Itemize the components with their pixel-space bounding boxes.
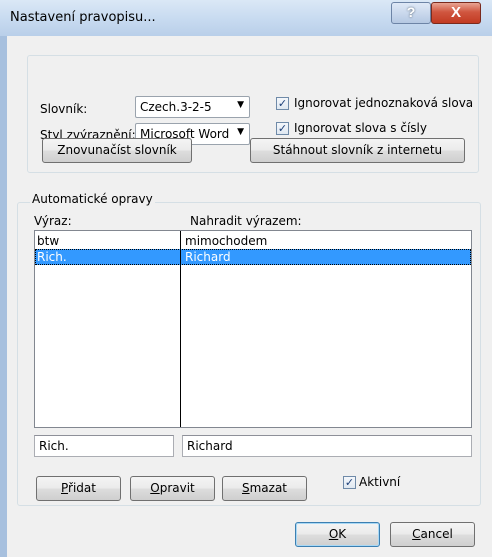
column-divider: [180, 231, 181, 427]
table-row[interactable]: btw mimochodem: [35, 233, 471, 249]
reload-dictionary-button[interactable]: Znovunačíst slovník: [42, 138, 192, 163]
dictionary-value: Czech.3-2-5: [140, 100, 212, 114]
cancel-button-accelerator: C: [412, 527, 421, 541]
column-header-expression: Výraz:: [34, 214, 72, 228]
delete-button[interactable]: Smazat: [222, 476, 307, 501]
expression-input-value: Rich.: [39, 439, 69, 453]
add-button[interactable]: Přidat: [36, 476, 121, 501]
expression-input[interactable]: Rich.: [34, 435, 174, 457]
cancel-button[interactable]: Cancel: [390, 522, 475, 547]
add-button-label: řidat: [68, 481, 96, 495]
replacement-cell: Richard: [185, 250, 231, 264]
edit-button-accelerator: O: [150, 481, 160, 495]
ignore-single-letter-checkbox[interactable]: ✓: [276, 97, 289, 110]
window-frame-left: [0, 36, 7, 557]
autocorrect-list[interactable]: btw mimochodem Rich. Richard: [34, 230, 472, 428]
expression-cell: btw: [37, 234, 60, 248]
ok-button-accelerator: O: [328, 527, 339, 541]
cancel-button-label: ancel: [420, 527, 453, 541]
ignore-numbers-label: Ignorovat slova s čísly: [294, 121, 427, 135]
edit-button[interactable]: Opravit: [130, 476, 215, 501]
delete-button-label: mazat: [249, 481, 288, 495]
title-bar: Nastavení pravopisu... ? X: [0, 0, 492, 37]
table-row[interactable]: Rich. Richard: [35, 249, 471, 265]
replacement-input-value: Richard: [187, 439, 233, 453]
replacement-input[interactable]: Richard: [182, 435, 472, 457]
help-button[interactable]: ?: [391, 2, 431, 24]
delete-button-accelerator: S: [241, 481, 250, 495]
window-title: Nastavení pravopisu...: [10, 10, 156, 25]
active-label: Aktivní: [359, 475, 401, 489]
ignore-single-letter-label: Ignorovat jednoznaková slova: [294, 96, 474, 110]
ok-button-label: K: [338, 527, 347, 541]
dictionary-select[interactable]: Czech.3-2-5 ▼: [135, 96, 250, 118]
autocorrect-group-label: Automatické opravy: [30, 192, 155, 206]
close-button[interactable]: X: [431, 2, 481, 24]
ok-button[interactable]: OK: [295, 522, 380, 547]
ignore-numbers-checkbox[interactable]: ✓: [276, 122, 289, 135]
active-checkbox[interactable]: ✓: [343, 476, 356, 489]
chevron-down-icon: ▼: [237, 100, 244, 110]
edit-button-label: pravit: [159, 481, 195, 495]
add-button-accelerator: P: [61, 481, 69, 495]
download-dictionary-button[interactable]: Stáhnout slovník z internetu: [250, 138, 465, 163]
replacement-cell: mimochodem: [185, 234, 268, 248]
dictionary-label: Slovník:: [40, 102, 88, 116]
expression-cell: Rich.: [37, 250, 67, 264]
chevron-down-icon: ▼: [237, 127, 244, 137]
column-header-replacement: Nahradit výrazem:: [190, 214, 302, 228]
